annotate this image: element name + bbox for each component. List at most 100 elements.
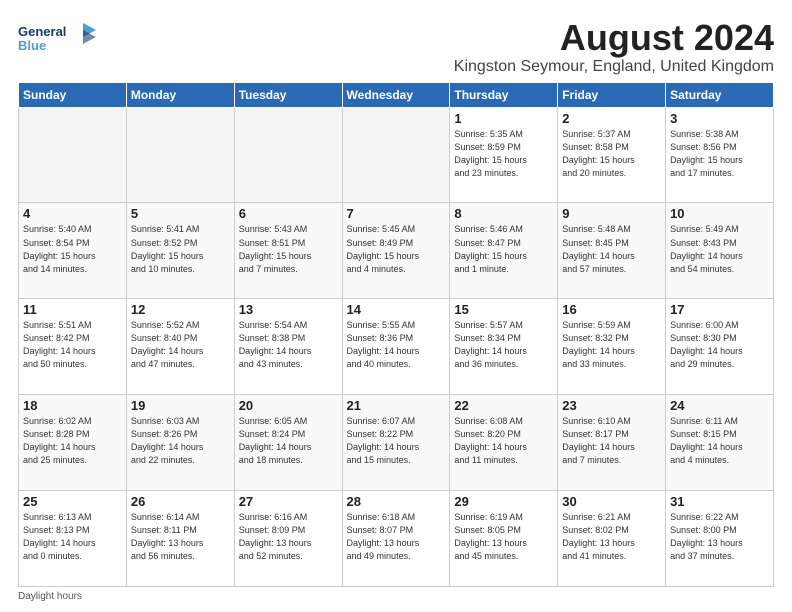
day-number: 10 <box>670 206 769 221</box>
calendar-title: August 2024 <box>454 18 774 58</box>
header: General Blue August 2024 Kingston Seymou… <box>18 18 774 76</box>
day-info: Sunrise: 5:55 AM Sunset: 8:36 PM Dayligh… <box>347 319 446 371</box>
day-info: Sunrise: 6:14 AM Sunset: 8:11 PM Dayligh… <box>131 511 230 563</box>
logo-svg: General Blue <box>18 18 98 58</box>
day-number: 22 <box>454 398 553 413</box>
week-row-4: 18 Sunrise: 6:02 AM Sunset: 8:28 PM Dayli… <box>19 395 774 491</box>
calendar-cell: 19 Sunrise: 6:03 AM Sunset: 8:26 PM Dayli… <box>126 395 234 491</box>
week-row-2: 4Sunrise: 5:40 AM Sunset: 8:54 PM Daylig… <box>19 203 774 299</box>
calendar-cell: 21Sunrise: 6:07 AM Sunset: 8:22 PM Dayli… <box>342 395 450 491</box>
day-info: Sunrise: 6:10 AM Sunset: 8:17 PM Dayligh… <box>562 415 661 467</box>
calendar-cell: 4Sunrise: 5:40 AM Sunset: 8:54 PM Daylig… <box>19 203 127 299</box>
day-number: 12 <box>131 302 230 317</box>
logo: General Blue <box>18 18 98 58</box>
calendar-cell: 24Sunrise: 6:11 AM Sunset: 8:15 PM Dayli… <box>666 395 774 491</box>
day-info: Sunrise: 5:41 AM Sunset: 8:52 PM Dayligh… <box>131 223 230 275</box>
day-info: Sunrise: 6:13 AM Sunset: 8:13 PM Dayligh… <box>23 511 122 563</box>
day-number: 7 <box>347 206 446 221</box>
calendar-cell: 22Sunrise: 6:08 AM Sunset: 8:20 PM Dayli… <box>450 395 558 491</box>
calendar-cell: 3Sunrise: 5:38 AM Sunset: 8:56 PM Daylig… <box>666 107 774 203</box>
day-number: 16 <box>562 302 661 317</box>
day-info: Sunrise: 5:57 AM Sunset: 8:34 PM Dayligh… <box>454 319 553 371</box>
calendar-table: SundayMondayTuesdayWednesdayThursdayFrid… <box>18 82 774 587</box>
day-info: Sunrise: 6:05 AM Sunset: 8:24 PM Dayligh… <box>239 415 338 467</box>
day-number: 1 <box>454 111 553 126</box>
week-row-5: 25 Sunrise: 6:13 AM Sunset: 8:13 PM Dayli… <box>19 491 774 587</box>
calendar-header-row: SundayMondayTuesdayWednesdayThursdayFrid… <box>19 82 774 107</box>
day-number: 29 <box>454 494 553 509</box>
calendar-cell: 6Sunrise: 5:43 AM Sunset: 8:51 PM Daylig… <box>234 203 342 299</box>
day-number: 15 <box>454 302 553 317</box>
day-number: 5 <box>131 206 230 221</box>
calendar-subtitle: Kingston Seymour, England, United Kingdo… <box>454 58 774 76</box>
day-info: Sunrise: 6:02 AM Sunset: 8:28 PM Dayligh… <box>23 415 122 467</box>
col-header-friday: Friday <box>558 82 666 107</box>
week-row-3: 11 Sunrise: 5:51 AM Sunset: 8:42 PM Dayli… <box>19 299 774 395</box>
day-info: Sunrise: 6:16 AM Sunset: 8:09 PM Dayligh… <box>239 511 338 563</box>
calendar-cell: 15 Sunrise: 5:57 AM Sunset: 8:34 PM Dayli… <box>450 299 558 395</box>
day-info: Sunrise: 6:19 AM Sunset: 8:05 PM Dayligh… <box>454 511 553 563</box>
day-info: Sunrise: 5:46 AM Sunset: 8:47 PM Dayligh… <box>454 223 553 275</box>
footer: Daylight hours <box>18 591 774 602</box>
svg-text:General: General <box>18 24 66 39</box>
day-number: 2 <box>562 111 661 126</box>
calendar-cell <box>342 107 450 203</box>
day-info: Sunrise: 5:54 AM Sunset: 8:38 PM Dayligh… <box>239 319 338 371</box>
calendar-cell <box>126 107 234 203</box>
day-info: Sunrise: 5:51 AM Sunset: 8:42 PM Dayligh… <box>23 319 122 371</box>
day-number: 20 <box>239 398 338 413</box>
calendar-cell: 26 Sunrise: 6:14 AM Sunset: 8:11 PM Dayli… <box>126 491 234 587</box>
day-number: 26 <box>131 494 230 509</box>
title-block: August 2024 Kingston Seymour, England, U… <box>454 18 774 76</box>
day-info: Sunrise: 5:37 AM Sunset: 8:58 PM Dayligh… <box>562 128 661 180</box>
calendar-cell: 27 Sunrise: 6:16 AM Sunset: 8:09 PM Dayli… <box>234 491 342 587</box>
day-number: 25 <box>23 494 122 509</box>
day-number: 28 <box>347 494 446 509</box>
day-info: Sunrise: 5:45 AM Sunset: 8:49 PM Dayligh… <box>347 223 446 275</box>
calendar-cell: 8Sunrise: 5:46 AM Sunset: 8:47 PM Daylig… <box>450 203 558 299</box>
calendar-cell: 20 Sunrise: 6:05 AM Sunset: 8:24 PM Dayli… <box>234 395 342 491</box>
day-number: 3 <box>670 111 769 126</box>
calendar-cell: 11 Sunrise: 5:51 AM Sunset: 8:42 PM Dayli… <box>19 299 127 395</box>
calendar-cell: 1 Sunrise: 5:35 AM Sunset: 8:59 PM Daylig… <box>450 107 558 203</box>
page: General Blue August 2024 Kingston Seymou… <box>0 0 792 612</box>
calendar-cell: 14Sunrise: 5:55 AM Sunset: 8:36 PM Dayli… <box>342 299 450 395</box>
day-number: 31 <box>670 494 769 509</box>
calendar-cell: 17Sunrise: 6:00 AM Sunset: 8:30 PM Dayli… <box>666 299 774 395</box>
day-number: 11 <box>23 302 122 317</box>
calendar-cell: 2 Sunrise: 5:37 AM Sunset: 8:58 PM Daylig… <box>558 107 666 203</box>
col-header-saturday: Saturday <box>666 82 774 107</box>
day-number: 4 <box>23 206 122 221</box>
day-info: Sunrise: 5:35 AM Sunset: 8:59 PM Dayligh… <box>454 128 553 180</box>
day-number: 21 <box>347 398 446 413</box>
calendar-cell: 31Sunrise: 6:22 AM Sunset: 8:00 PM Dayli… <box>666 491 774 587</box>
calendar-cell: 30Sunrise: 6:21 AM Sunset: 8:02 PM Dayli… <box>558 491 666 587</box>
day-number: 9 <box>562 206 661 221</box>
calendar-cell: 16Sunrise: 5:59 AM Sunset: 8:32 PM Dayli… <box>558 299 666 395</box>
calendar-cell: 5 Sunrise: 5:41 AM Sunset: 8:52 PM Daylig… <box>126 203 234 299</box>
day-info: Sunrise: 5:43 AM Sunset: 8:51 PM Dayligh… <box>239 223 338 275</box>
col-header-tuesday: Tuesday <box>234 82 342 107</box>
week-row-1: 1 Sunrise: 5:35 AM Sunset: 8:59 PM Daylig… <box>19 107 774 203</box>
col-header-sunday: Sunday <box>19 82 127 107</box>
day-number: 23 <box>562 398 661 413</box>
logo-icon: General Blue <box>18 18 98 58</box>
daylight-label: Daylight hours <box>18 591 82 602</box>
day-info: Sunrise: 5:52 AM Sunset: 8:40 PM Dayligh… <box>131 319 230 371</box>
calendar-cell: 13Sunrise: 5:54 AM Sunset: 8:38 PM Dayli… <box>234 299 342 395</box>
day-info: Sunrise: 6:03 AM Sunset: 8:26 PM Dayligh… <box>131 415 230 467</box>
calendar-cell <box>234 107 342 203</box>
day-info: Sunrise: 5:49 AM Sunset: 8:43 PM Dayligh… <box>670 223 769 275</box>
col-header-thursday: Thursday <box>450 82 558 107</box>
calendar-cell: 28Sunrise: 6:18 AM Sunset: 8:07 PM Dayli… <box>342 491 450 587</box>
calendar-cell: 10 Sunrise: 5:49 AM Sunset: 8:43 PM Dayli… <box>666 203 774 299</box>
day-number: 17 <box>670 302 769 317</box>
calendar-cell: 23 Sunrise: 6:10 AM Sunset: 8:17 PM Dayli… <box>558 395 666 491</box>
day-number: 18 <box>23 398 122 413</box>
col-header-monday: Monday <box>126 82 234 107</box>
calendar-cell: 29 Sunrise: 6:19 AM Sunset: 8:05 PM Dayli… <box>450 491 558 587</box>
day-number: 19 <box>131 398 230 413</box>
svg-text:Blue: Blue <box>18 38 46 53</box>
day-number: 27 <box>239 494 338 509</box>
calendar-cell: 18 Sunrise: 6:02 AM Sunset: 8:28 PM Dayli… <box>19 395 127 491</box>
